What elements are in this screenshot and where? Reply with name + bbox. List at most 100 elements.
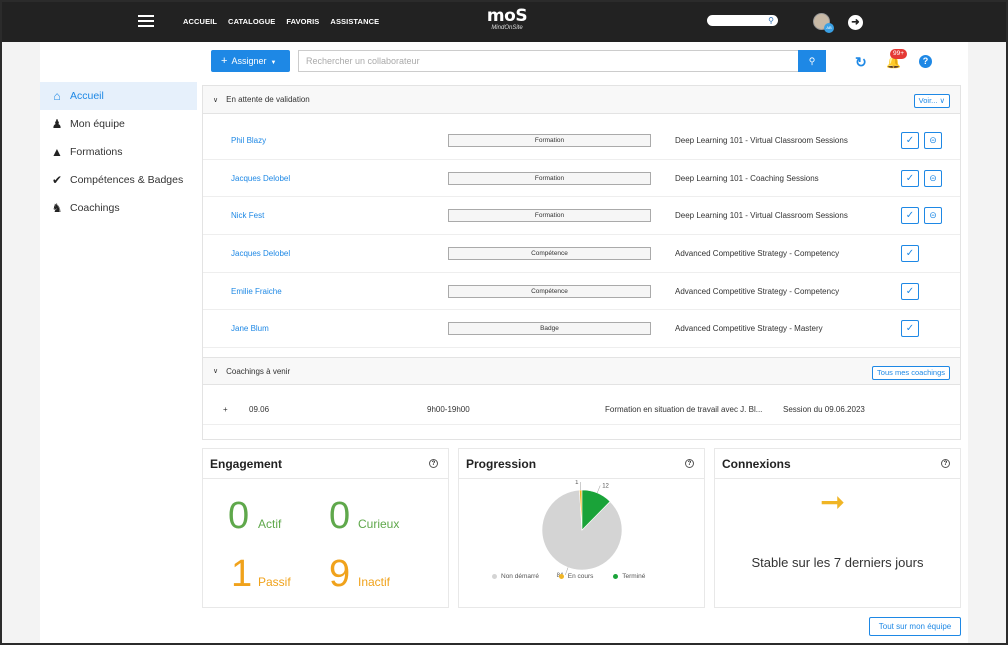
nav-catalogue[interactable]: CATALOGUE xyxy=(228,17,275,26)
check-circle-icon: ✔ xyxy=(51,173,63,187)
pie-label-leader xyxy=(596,485,601,494)
sidebar-item-competences[interactable]: ✔ Compétences & Badges xyxy=(40,166,197,194)
expand-icon[interactable]: + xyxy=(223,405,228,414)
avatar-badge: AB xyxy=(824,23,834,33)
team-overview-button[interactable]: Tout sur mon équipe xyxy=(869,617,961,636)
hamburger-menu-icon[interactable] xyxy=(138,15,154,27)
coachings-title: Coachings à venir xyxy=(226,366,291,376)
help-icon[interactable]: ? xyxy=(941,459,950,468)
nav-assistance[interactable]: ASSISTANCE xyxy=(330,17,379,26)
list-item: + 09.06 9h00-19h00 Formation en situatio… xyxy=(203,385,960,426)
coaching-time: 9h00-19h00 xyxy=(427,405,470,415)
collaborator-link[interactable]: Phil Blazy xyxy=(231,136,266,145)
table-row: Emilie Fraiche Compétence Advanced Compe… xyxy=(203,273,960,311)
help-icon[interactable]: ? xyxy=(685,459,694,468)
collaborator-link[interactable]: Jacques Delobel xyxy=(231,249,290,258)
approve-button[interactable]: ✓ xyxy=(901,320,919,338)
sidebar-item-accueil[interactable]: ⌂ Accueil xyxy=(40,82,197,110)
type-tag: Compétence xyxy=(448,247,651,261)
engagement-header: Engagement ? xyxy=(203,449,448,479)
top-search-input[interactable]: ⚲ xyxy=(707,15,778,26)
collaborator-link[interactable]: Jane Blum xyxy=(231,324,269,333)
chevron-down-icon[interactable]: ∨ xyxy=(213,96,218,104)
reject-button[interactable]: ⊝ xyxy=(924,132,942,149)
pending-validation-card: ∨ En attente de validation Voir... ∨ Phi… xyxy=(202,85,961,440)
approve-button[interactable]: ✓ xyxy=(901,245,919,263)
top-nav: ACCUEIL CATALOGUE FAVORIS ASSISTANCE xyxy=(183,17,379,26)
search-icon[interactable]: ⚲ xyxy=(768,16,774,25)
logo-sub: MindOnSite xyxy=(491,25,523,31)
search-icon: ⚲ xyxy=(808,56,816,66)
search-button[interactable]: ⚲ xyxy=(798,50,826,72)
pending-title: En attente de validation xyxy=(226,95,310,104)
logo[interactable]: moS MindOnSite xyxy=(482,7,532,39)
collaborator-link[interactable]: Emilie Fraiche xyxy=(231,287,282,296)
engagement-title: Engagement xyxy=(210,456,283,471)
type-tag: Badge xyxy=(448,322,651,336)
avatar[interactable]: AB xyxy=(813,13,834,33)
type-tag: Formation xyxy=(448,209,651,223)
legend-label: En cours xyxy=(567,573,594,580)
collaborator-link[interactable]: Jacques Delobel xyxy=(231,174,290,183)
legend-item-non-demarre: Non démarré xyxy=(492,573,539,580)
course-name: Deep Learning 101 - Virtual Classroom Se… xyxy=(675,211,848,221)
voir-button[interactable]: Voir... ∨ xyxy=(913,94,950,108)
course-name: Advanced Competitive Strategy - Mastery xyxy=(675,324,823,334)
sidebar-item-label: Coachings xyxy=(70,202,120,214)
progression-header: Progression ? xyxy=(459,449,704,479)
table-row: Phil Blazy Formation Deep Learning 101 -… xyxy=(203,122,960,160)
app-window: ACCUEIL CATALOGUE FAVORIS ASSISTANCE moS… xyxy=(0,0,1008,645)
coaching-date: 09.06 xyxy=(249,405,270,415)
legend-dot xyxy=(492,573,497,579)
assign-label: Assigner xyxy=(231,56,267,66)
nav-favoris[interactable]: FAVORIS xyxy=(286,17,319,26)
legend-dot xyxy=(558,573,564,579)
arrow-right-icon: ➞ xyxy=(820,486,846,519)
legend-item-termine: Terminé xyxy=(613,573,645,580)
team-icon: ♟ xyxy=(51,117,63,131)
engagement-actif-label: Actif xyxy=(258,517,282,531)
sidebar-item-label: Compétences & Badges xyxy=(70,174,184,186)
legend-item-en-cours: En cours xyxy=(558,573,594,580)
home-icon: ⌂ xyxy=(53,89,61,103)
chevron-down-icon[interactable]: ∨ xyxy=(213,367,218,375)
sidebar-item-label: Formations xyxy=(70,146,123,158)
connexions-text: Stable sur les 7 derniers jours xyxy=(751,555,924,570)
coaching-icon: ♞ xyxy=(51,201,63,215)
course-name: Advanced Competitive Strategy - Competen… xyxy=(675,249,840,259)
assign-button[interactable]: + Assigner ▼ xyxy=(211,50,290,72)
connexions-card: Connexions ? ➞ Stable sur les 7 derniers… xyxy=(714,448,961,608)
pie-data-label: 1 xyxy=(575,480,579,486)
coaching-session: Session du 09.06.2023 xyxy=(783,405,865,415)
plus-icon: + xyxy=(221,55,228,67)
engagement-curieux-label: Curieux xyxy=(358,517,400,531)
coaching-title: Formation en situation de travail avec J… xyxy=(605,405,763,415)
collaborator-link[interactable]: Nick Fest xyxy=(231,211,264,220)
collaborator-search-input[interactable] xyxy=(298,50,798,72)
chart-legend: Non démarré En cours Terminé xyxy=(492,573,645,580)
nav-accueil[interactable]: ACCUEIL xyxy=(183,17,217,26)
refresh-icon[interactable]: ↻ xyxy=(855,54,867,71)
sidebar-item-coachings[interactable]: ♞ Coachings xyxy=(40,194,197,222)
help-icon[interactable]: ? xyxy=(429,459,438,468)
pending-header[interactable]: ∨ En attente de validation Voir... ∨ xyxy=(203,86,960,114)
table-row: Jacques Delobel Formation Deep Learning … xyxy=(203,160,960,198)
legend-label: Non démarré xyxy=(501,573,539,580)
connexions-header: Connexions ? xyxy=(715,449,960,479)
top-bar: ACCUEIL CATALOGUE FAVORIS ASSISTANCE moS… xyxy=(2,2,1006,42)
sidebar-item-mon-equipe[interactable]: ♟ Mon équipe xyxy=(40,110,197,138)
coachings-header[interactable]: ∨ Coachings à venir Tous mes coachings xyxy=(203,357,960,386)
sidebar-item-formations[interactable]: ▲ Formations xyxy=(40,138,197,166)
approve-button[interactable]: ✓ xyxy=(901,282,919,300)
reject-button[interactable]: ⊝ xyxy=(924,207,942,225)
all-coachings-button[interactable]: Tous mes coachings xyxy=(872,366,950,381)
approve-button[interactable]: ✓ xyxy=(901,169,919,187)
graduation-cap-icon: ▲ xyxy=(51,145,63,159)
approve-button[interactable]: ✓ xyxy=(901,207,919,225)
voir-label: Voir... xyxy=(918,96,938,105)
approve-button[interactable]: ✓ xyxy=(901,132,919,149)
logout-icon[interactable]: ➜ xyxy=(848,15,863,30)
progression-pie-chart: 84112 xyxy=(541,480,623,579)
reject-button[interactable]: ⊝ xyxy=(924,169,942,187)
help-icon[interactable]: ? xyxy=(919,55,932,68)
